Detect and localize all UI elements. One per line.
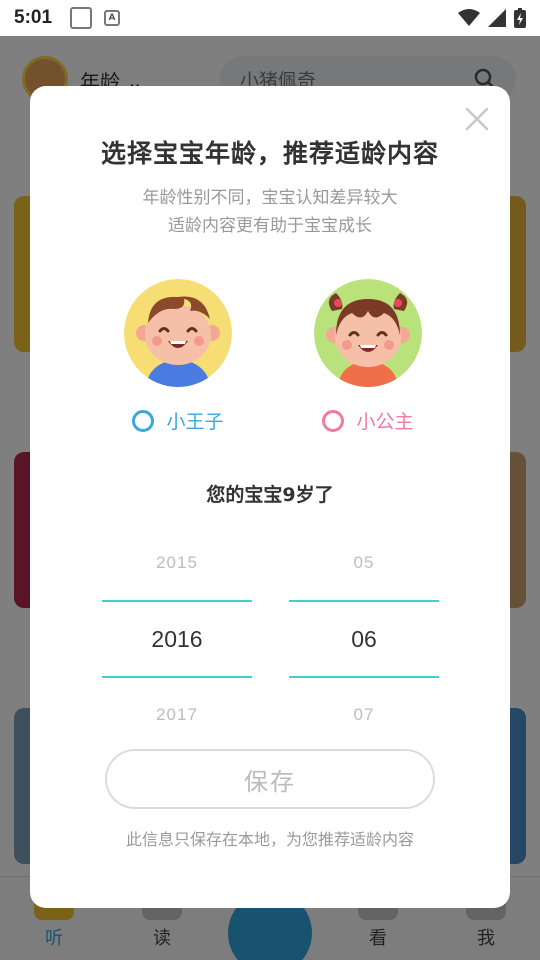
status-icons: [458, 8, 526, 28]
subtitle-line: 适龄内容更有助于宝宝成长: [168, 216, 372, 236]
age-select-dialog: 选择宝宝年龄，推荐适龄内容 年龄性别不同，宝宝认知差异较大 适龄内容更有助于宝宝…: [30, 86, 510, 908]
save-button[interactable]: 保存: [105, 749, 435, 809]
month-selected-option[interactable]: 06: [289, 602, 439, 676]
wifi-icon: [458, 9, 480, 26]
dialog-subtitle: 年龄性别不同，宝宝认知差异较大 适龄内容更有助于宝宝成长: [30, 184, 510, 240]
month-prev-option[interactable]: 05: [289, 526, 439, 600]
month-next-option[interactable]: 07: [289, 678, 439, 752]
year-next-option[interactable]: 2017: [102, 678, 252, 752]
month-picker[interactable]: 05 06 07: [289, 526, 439, 752]
year-picker[interactable]: 2015 2016 2017: [102, 526, 252, 752]
battery-icon: [514, 8, 526, 28]
boy-avatar-icon[interactable]: [124, 279, 232, 387]
year-selected-option[interactable]: 2016: [102, 602, 252, 676]
girl-radio-button[interactable]: [322, 409, 345, 432]
status-bar: 5:01 A: [0, 0, 540, 36]
dialog-title: 选择宝宝年龄，推荐适龄内容: [100, 139, 439, 168]
boy-radio-option[interactable]: 小王子: [108, 407, 248, 434]
privacy-note: 此信息只保存在本地，为您推荐适龄内容: [125, 830, 414, 849]
gender-option-girl[interactable]: 小公主: [298, 279, 438, 434]
girl-radio-option[interactable]: 小公主: [298, 407, 438, 434]
signal-icon: [488, 9, 506, 27]
gender-option-boy[interactable]: 小王子: [108, 279, 248, 434]
subtitle-line: 年龄性别不同，宝宝认知差异较大: [142, 188, 398, 208]
notification-square-icon: [70, 7, 93, 29]
girl-label: 小公主: [356, 411, 414, 433]
notification-a-icon: A: [104, 10, 121, 26]
status-time: 5:01: [14, 7, 53, 28]
year-prev-option[interactable]: 2015: [102, 526, 252, 600]
age-summary-text: 您的宝宝9岁了: [206, 484, 334, 506]
boy-radio-button[interactable]: [132, 409, 155, 432]
close-icon[interactable]: [462, 104, 492, 134]
girl-avatar-icon[interactable]: [314, 279, 422, 387]
boy-label: 小王子: [166, 411, 224, 433]
